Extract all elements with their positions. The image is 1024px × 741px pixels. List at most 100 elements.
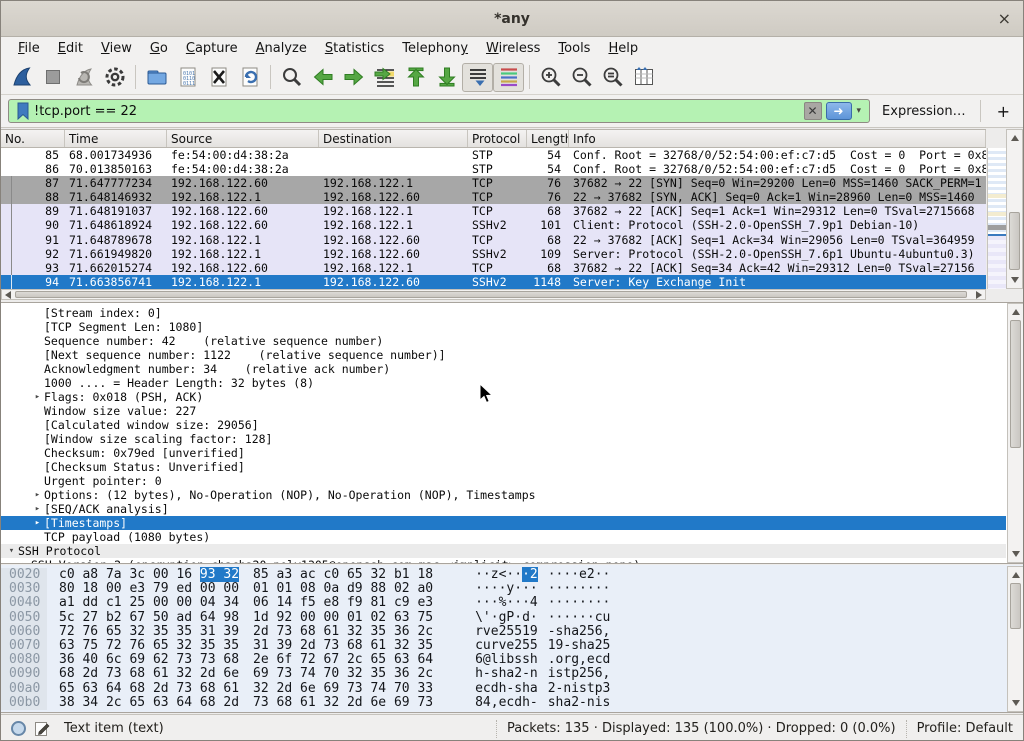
scroll-thumb[interactable] [1010, 320, 1021, 448]
menu-capture[interactable]: Capture [177, 39, 247, 58]
column-header-length[interactable]: Length [527, 130, 569, 147]
find-packet-button[interactable] [276, 63, 307, 92]
close-file-button[interactable] [203, 63, 234, 92]
packet-list-hscrollbar[interactable] [1, 289, 986, 300]
go-back-button[interactable] [307, 63, 338, 92]
detail-row[interactable]: TCP payload (1080 bytes) [1, 530, 1024, 544]
hex-row-00a0[interactable]: 00a065 63 64 68 2d 73 68 6132 2d 6e 69 7… [1, 682, 1024, 696]
add-filter-button[interactable]: + [991, 102, 1016, 121]
reload-file-button[interactable] [234, 63, 265, 92]
hex-row-0050[interactable]: 00505c 27 b2 67 50 ad 64 981d 92 00 00 0… [1, 611, 1024, 625]
expand-icon[interactable]: ▸ [31, 390, 44, 404]
packet-list-vscrollbar[interactable] [1006, 129, 1023, 289]
menu-wireless[interactable]: Wireless [477, 39, 549, 58]
scroll-left-icon[interactable] [5, 291, 11, 299]
go-forward-button[interactable] [338, 63, 369, 92]
close-icon[interactable]: × [998, 1, 1011, 37]
hex-row-0020[interactable]: 0020c0 a8 7a 3c 00 16 93 3285 a3 ac c0 6… [1, 568, 1024, 582]
details-vscrollbar[interactable] [1007, 303, 1024, 563]
scroll-up-icon[interactable] [1011, 135, 1019, 141]
menu-help[interactable]: Help [599, 39, 647, 58]
detail-row[interactable]: ▸[Timestamps] [1, 516, 1006, 530]
packet-row-89[interactable]: 8971.648191037192.168.122.60192.168.122.… [1, 204, 986, 218]
title-bar[interactable]: *any × [1, 1, 1023, 37]
scroll-down-icon[interactable] [1012, 700, 1020, 706]
detail-row[interactable]: Urgent pointer: 0 [1, 474, 1024, 488]
packet-row-88[interactable]: 8871.648146932192.168.122.1192.168.122.6… [1, 190, 986, 204]
hex-row-0060[interactable]: 006072 76 65 32 35 35 31 392d 73 68 61 3… [1, 625, 1024, 639]
detail-row[interactable]: [Calculated window size: 29056] [1, 418, 1024, 432]
packet-row-91[interactable]: 9171.648789678192.168.122.1192.168.122.6… [1, 233, 986, 247]
detail-row[interactable]: ▸SSH Version 2 (encryption:chacha20-poly… [1, 558, 1024, 564]
collapse-icon[interactable]: ▾ [5, 544, 18, 558]
go-first-button[interactable] [400, 63, 431, 92]
detail-row[interactable]: Acknowledgment number: 34 (relative ack … [1, 362, 1024, 376]
detail-row[interactable]: [Checksum Status: Unverified] [1, 460, 1024, 474]
menu-telephony[interactable]: Telephony [393, 39, 477, 58]
resize-columns-button[interactable] [628, 63, 659, 92]
detail-row[interactable]: Sequence number: 42 (relative sequence n… [1, 334, 1024, 348]
hex-row-0080[interactable]: 008036 40 6c 69 62 73 73 682e 6f 72 67 2… [1, 653, 1024, 667]
zoom-out-button[interactable] [566, 63, 597, 92]
expand-icon[interactable]: ▸ [18, 558, 31, 564]
detail-row[interactable]: ▸[SEQ/ACK analysis] [1, 502, 1024, 516]
go-last-button[interactable] [431, 63, 462, 92]
column-header-source[interactable]: Source [167, 130, 319, 147]
menu-statistics[interactable]: Statistics [316, 39, 393, 58]
packet-row-86[interactable]: 8670.013850163fe:54:00:d4:38:2aSTP54Conf… [1, 162, 986, 176]
start-capture-button[interactable] [6, 63, 37, 92]
scroll-thumb[interactable] [1010, 583, 1021, 629]
hex-row-0090[interactable]: 009068 2d 73 68 61 32 2d 6e69 73 74 70 3… [1, 667, 1024, 681]
bookmark-icon[interactable] [15, 102, 31, 120]
auto-scroll-button[interactable] [462, 63, 493, 92]
packet-row-93[interactable]: 9371.662015274192.168.122.60192.168.122.… [1, 261, 986, 275]
apply-filter-icon[interactable]: ➜ [826, 102, 852, 120]
detail-row[interactable]: Window size value: 227 [1, 404, 1024, 418]
restart-capture-button[interactable] [68, 63, 99, 92]
intelligent-scrollbar-minimap[interactable] [987, 148, 1006, 289]
display-filter-input[interactable] [34, 104, 804, 119]
detail-row[interactable]: ▾SSH Protocol [1, 544, 1006, 558]
packet-row-87[interactable]: 8771.647777234192.168.122.60192.168.122.… [1, 176, 986, 190]
packet-row-85[interactable]: 8568.001734936fe:54:00:d4:38:2aSTP54Conf… [1, 148, 986, 162]
expert-info-icon[interactable] [11, 721, 26, 736]
menu-view[interactable]: View [92, 39, 141, 58]
menu-edit[interactable]: Edit [49, 39, 92, 58]
open-file-button[interactable] [141, 63, 172, 92]
display-filter-field[interactable]: ✕ ➜ ▾ [8, 99, 870, 123]
column-header-no[interactable]: No. [1, 130, 65, 147]
detail-row[interactable]: Checksum: 0x79ed [unverified] [1, 446, 1024, 460]
stop-capture-button[interactable] [37, 63, 68, 92]
hex-row-0040[interactable]: 0040a1 dd c1 25 00 00 04 3406 14 f5 e8 f… [1, 596, 1024, 610]
profile-text[interactable]: Profile: Default [917, 721, 1013, 736]
column-header-time[interactable]: Time [65, 130, 167, 147]
expand-icon[interactable]: ▸ [31, 502, 44, 516]
column-header-destination[interactable]: Destination [319, 130, 468, 147]
detail-row[interactable]: ▸Options: (12 bytes), No-Operation (NOP)… [1, 488, 1024, 502]
capture-options-button[interactable] [99, 63, 130, 92]
detail-row[interactable]: [TCP Segment Len: 1080] [1, 320, 1024, 334]
hex-row-00b0[interactable]: 00b038 34 2c 65 63 64 68 2d73 68 61 32 2… [1, 696, 1024, 710]
scroll-right-icon[interactable] [976, 291, 982, 299]
menu-tools[interactable]: Tools [549, 39, 599, 58]
filter-dropdown-icon[interactable]: ▾ [852, 106, 867, 116]
scroll-thumb[interactable] [1009, 212, 1020, 270]
save-file-button[interactable]: 010101100111 [172, 63, 203, 92]
expand-icon[interactable]: ▸ [31, 516, 44, 530]
packet-row-90[interactable]: 9071.648618924192.168.122.60192.168.122.… [1, 218, 986, 232]
clear-filter-icon[interactable]: ✕ [804, 102, 822, 120]
detail-row[interactable]: [Next sequence number: 1122 (relative se… [1, 348, 1024, 362]
packet-row-92[interactable]: 9271.661949820192.168.122.1192.168.122.6… [1, 247, 986, 261]
detail-row[interactable]: ▸Flags: 0x018 (PSH, ACK) [1, 390, 1024, 404]
detail-row[interactable]: [Window size scaling factor: 128] [1, 432, 1024, 446]
scroll-up-icon[interactable] [1012, 572, 1020, 578]
scroll-down-icon[interactable] [1012, 551, 1020, 557]
expression-button[interactable]: Expression… [882, 104, 966, 119]
zoom-reset-button[interactable] [597, 63, 628, 92]
packet-row-94[interactable]: 9471.663856741192.168.122.1192.168.122.6… [1, 275, 986, 289]
detail-row[interactable]: [Stream index: 0] [1, 306, 1024, 320]
detail-row[interactable]: 1000 .... = Header Length: 32 bytes (8) [1, 376, 1024, 390]
hex-row-0070[interactable]: 007063 75 72 76 65 32 35 3531 39 2d 73 6… [1, 639, 1024, 653]
column-header-info[interactable]: Info [569, 130, 986, 147]
go-to-packet-button[interactable] [369, 63, 400, 92]
